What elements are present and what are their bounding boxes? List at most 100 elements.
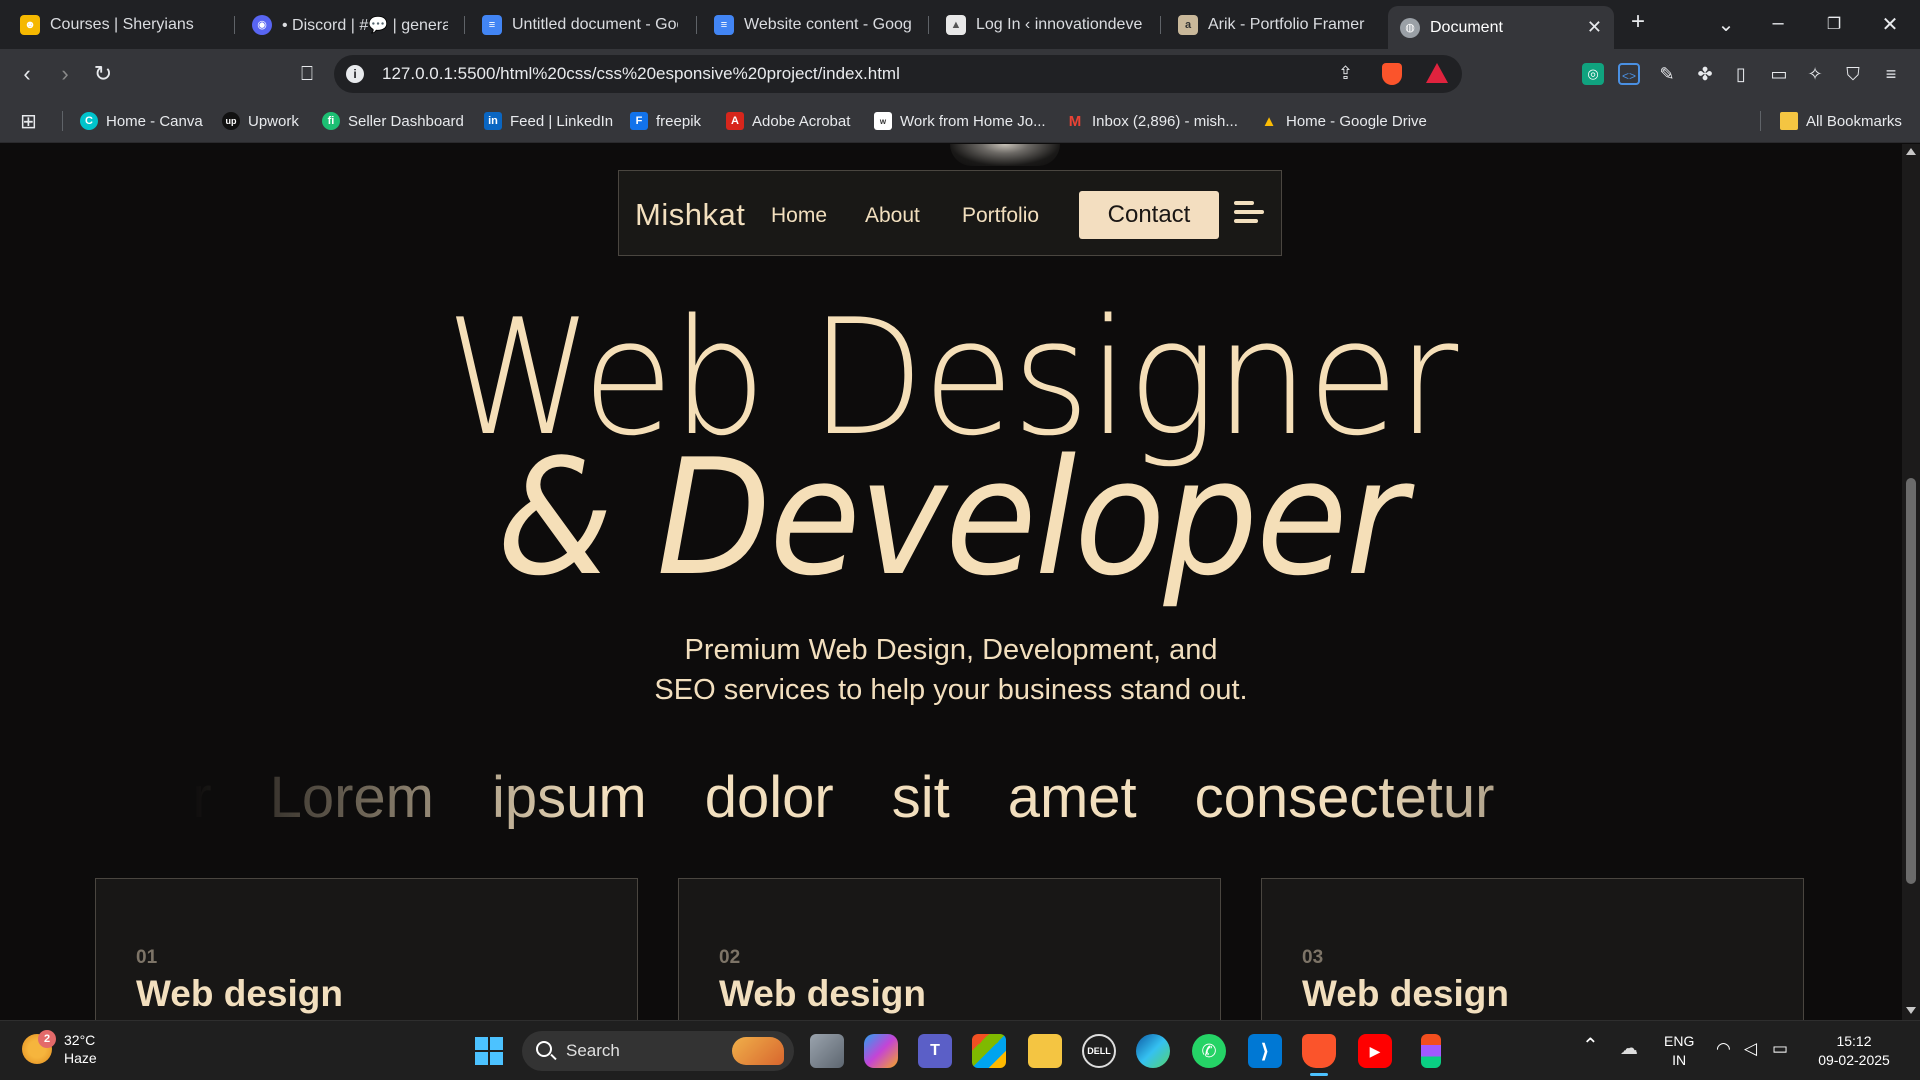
dell-icon[interactable]: DELL (1082, 1034, 1116, 1068)
brave-browser-icon[interactable] (1302, 1034, 1336, 1068)
nav-home[interactable]: Home (771, 204, 827, 228)
bookmark-linkedin[interactable]: in Feed | LinkedIn (484, 109, 613, 133)
service-card-number: 01 (136, 947, 158, 968)
address-bar[interactable]: i 127.0.0.1:5500/html%20css/css%20espons… (334, 55, 1462, 93)
google-drive-icon: ▲ (1261, 112, 1277, 130)
tab-login[interactable]: ▲ Log In ‹ innovationdevelo (934, 6, 1154, 43)
scrollbar-thumb[interactable] (1906, 478, 1916, 884)
youtube-icon[interactable]: ▶ (1358, 1034, 1392, 1068)
google-docs-icon: ≡ (714, 14, 734, 35)
brand-logo[interactable]: Mishkat (635, 197, 745, 233)
site-navbar: Mishkat Home About Portfolio Contact (618, 170, 1282, 256)
tab-sheryians[interactable]: ☻ Courses | Sheryians (8, 6, 234, 43)
language-indicator[interactable]: ENG IN (1664, 1032, 1694, 1070)
volume-icon[interactable]: ◁ (1744, 1039, 1757, 1058)
marquee-word: ur (190, 765, 212, 830)
color-picker-extension-icon[interactable]: ✎ (1656, 63, 1678, 85)
service-card-title: Web design (719, 973, 926, 1014)
code-extension-icon[interactable]: <> (1618, 63, 1640, 85)
bookmark-upwork[interactable]: up Upwork (222, 109, 299, 133)
scroll-down-arrow-icon[interactable] (1906, 1007, 1916, 1014)
discord-favicon-icon: ◉ (252, 14, 272, 35)
restore-icon[interactable]: ❐ (1820, 14, 1848, 34)
vscode-icon[interactable]: ⟩ (1248, 1034, 1282, 1068)
tab-arik-portfolio[interactable]: a Arik - Portfolio Framer Te (1166, 6, 1378, 43)
notification-badge: 2 (38, 1030, 56, 1048)
nav-about[interactable]: About (865, 204, 920, 228)
bookmark-page-icon[interactable]: ⎕ (294, 61, 320, 87)
bookmark-seller-dashboard[interactable]: fi Seller Dashboard (322, 109, 464, 133)
tab-search-chevron-icon[interactable]: ⌄ (1712, 12, 1740, 37)
windows-taskbar: 2 32°C Haze Search T DELL ✆ ⟩ ▶ ⌃ ☁ ENG … (0, 1020, 1920, 1080)
onedrive-cloud-icon[interactable]: ☁ (1620, 1039, 1638, 1058)
bookmark-canva[interactable]: C Home - Canva (80, 109, 203, 133)
teams-icon[interactable]: T (918, 1034, 952, 1068)
tab-document-active[interactable]: ◍ Document ✕ (1388, 6, 1614, 49)
region-code: IN (1672, 1052, 1687, 1068)
apps-grid-icon[interactable]: ⊞ (20, 109, 37, 133)
scroll-up-arrow-icon[interactable] (1906, 148, 1916, 155)
bookmark-freepik[interactable]: Ffreepik (630, 109, 701, 133)
weather-widget[interactable]: 2 32°C Haze (22, 1030, 97, 1067)
service-card[interactable]: 01 Web design (95, 878, 638, 1020)
wordpress-favicon-icon: ▲ (946, 14, 966, 35)
extensions-puzzle-icon[interactable]: ✤ (1694, 63, 1716, 85)
tab-discord[interactable]: ◉ • Discord | #💬 | general (240, 6, 460, 43)
minimize-icon[interactable]: – (1764, 12, 1792, 35)
service-card[interactable]: 03 Web design (1261, 878, 1804, 1020)
new-tab-icon[interactable]: + (1624, 8, 1652, 36)
wallet-icon[interactable]: ▭ (1768, 63, 1790, 85)
back-icon[interactable]: ‹ (14, 61, 40, 87)
menu-icon[interactable]: ≡ (1880, 63, 1902, 85)
text-marquee: ur Lorem ipsum dolor sitamet consectetur (190, 764, 1556, 844)
active-app-indicator (1310, 1073, 1328, 1076)
bookmark-adobe-acrobat[interactable]: A Adobe Acrobat (726, 109, 850, 133)
microsoft-store-icon[interactable] (972, 1034, 1006, 1068)
whatsapp-icon[interactable]: ✆ (1192, 1034, 1226, 1068)
nav-portfolio[interactable]: Portfolio (962, 204, 1039, 228)
linkedin-icon: in (484, 112, 502, 130)
contact-button[interactable]: Contact (1079, 191, 1219, 239)
task-view-icon[interactable] (810, 1034, 844, 1068)
tab-website-content[interactable]: ≡ Website content - Google (702, 6, 924, 43)
clock[interactable]: 15:12 09-02-2025 (1814, 1032, 1894, 1070)
chatgpt-extension-icon[interactable]: ◎ (1582, 63, 1604, 85)
tab-untitled-doc[interactable]: ≡ Untitled document - Goo (470, 6, 690, 43)
all-bookmarks-folder[interactable]: All Bookmarks (1780, 109, 1902, 133)
jobs-site-icon: w (874, 112, 892, 130)
vpn-shield-icon[interactable]: ⛉ (1842, 63, 1864, 85)
hero-title-line2: & Developer (496, 424, 1407, 611)
page-scrollbar[interactable] (1902, 144, 1920, 1020)
service-card[interactable]: 02 Web design (678, 878, 1221, 1020)
battery-icon[interactable]: ▭ (1772, 1039, 1788, 1058)
show-hidden-icons-chevron-icon[interactable]: ⌃ (1582, 1036, 1599, 1056)
service-card-number: 02 (719, 947, 741, 968)
wifi-icon[interactable]: ◠ (1716, 1039, 1731, 1058)
tab-divider (464, 16, 465, 34)
share-icon[interactable]: ⇪ (1338, 63, 1360, 85)
hamburger-menu-icon[interactable] (1231, 195, 1265, 229)
reload-icon[interactable]: ↻ (90, 61, 116, 87)
close-tab-icon[interactable]: ✕ (1567, 17, 1602, 38)
bookmark-google-drive[interactable]: ▲ Home - Google Drive (1260, 109, 1427, 133)
leo-ai-icon[interactable]: ✧ (1804, 63, 1826, 85)
window-close-icon[interactable]: ✕ (1876, 12, 1904, 37)
brave-shields-icon[interactable] (1382, 63, 1402, 85)
taskbar-search[interactable]: Search (522, 1031, 794, 1071)
edge-icon[interactable] (1136, 1034, 1170, 1068)
file-explorer-icon[interactable] (1028, 1034, 1062, 1068)
site-info-icon[interactable]: i (346, 65, 364, 83)
forward-icon[interactable]: › (52, 61, 78, 87)
marquee-word: dolor (704, 765, 834, 830)
sheryians-favicon-icon: ☻ (20, 14, 40, 35)
url-text[interactable]: 127.0.0.1:5500/html%20css/css%20esponsiv… (382, 64, 900, 84)
sidebar-toggle-icon[interactable]: ▯ (1730, 63, 1752, 85)
search-label: Search (566, 1041, 620, 1060)
canva-icon: C (80, 112, 98, 130)
brave-rewards-icon[interactable] (1426, 63, 1448, 83)
copilot-icon[interactable] (864, 1034, 898, 1068)
bookmark-gmail[interactable]: M Inbox (2,896) - mish... (1066, 109, 1238, 133)
windows-start-icon[interactable] (472, 1034, 506, 1068)
figma-icon[interactable] (1421, 1034, 1441, 1068)
bookmark-work-from-home[interactable]: w Work from Home Jo... (874, 109, 1046, 133)
